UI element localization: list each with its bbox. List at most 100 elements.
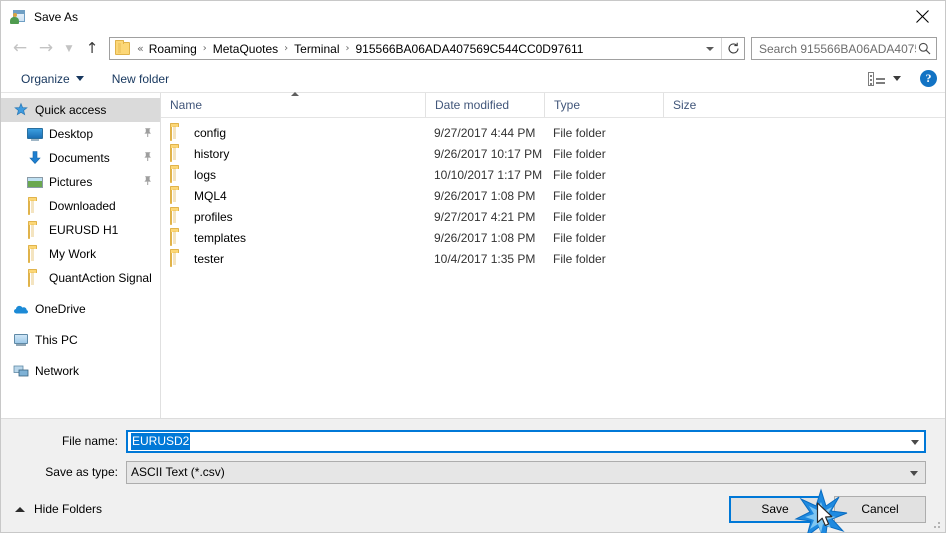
column-label: Date modified bbox=[435, 98, 510, 112]
file-type-cell: File folder bbox=[553, 251, 606, 266]
sidebar-item-documents[interactable]: Documents bbox=[1, 146, 160, 170]
table-row[interactable]: tester 10/4/2017 1:35 PM File folder bbox=[161, 248, 945, 269]
quick-access-star-icon bbox=[13, 102, 29, 118]
table-row[interactable]: history 9/26/2017 10:17 PM File folder bbox=[161, 143, 945, 164]
file-name-cell: tester bbox=[161, 248, 425, 269]
up-arrow-icon[interactable]: ↑ bbox=[79, 36, 105, 62]
pictures-icon bbox=[27, 174, 43, 190]
documents-download-icon bbox=[27, 150, 43, 166]
file-name-label: MQL4 bbox=[194, 188, 227, 203]
folder-icon bbox=[170, 124, 186, 141]
sidebar-item-network[interactable]: Network bbox=[1, 359, 160, 383]
column-label: Name bbox=[170, 98, 203, 112]
file-name-input[interactable]: EURUSD2 bbox=[126, 429, 926, 453]
breadcrumb: « Roaming › MetaQuotes › Terminal › 9155… bbox=[135, 42, 699, 56]
folder-icon bbox=[27, 198, 43, 215]
sidebar-item-label: Desktop bbox=[49, 127, 94, 141]
breadcrumb-separator: › bbox=[284, 43, 289, 54]
sidebar-item-this-pc[interactable]: This PC bbox=[1, 328, 160, 352]
resize-grip[interactable] bbox=[932, 520, 942, 530]
file-type-cell: File folder bbox=[553, 209, 606, 224]
table-row[interactable]: profiles 9/27/2017 4:21 PM File folder bbox=[161, 206, 945, 227]
view-layout-icon bbox=[868, 71, 886, 86]
sidebar-item-my-work[interactable]: My Work bbox=[1, 242, 160, 266]
back-arrow-icon[interactable]: ← bbox=[7, 36, 33, 62]
help-button[interactable]: ? bbox=[920, 70, 937, 87]
change-view-button[interactable] bbox=[863, 70, 906, 88]
command-bar: Organize New folder ? bbox=[1, 65, 945, 93]
file-name-value: EURUSD2 bbox=[131, 432, 191, 450]
folder-icon bbox=[170, 250, 186, 267]
folder-icon bbox=[170, 166, 186, 183]
new-folder-button[interactable]: New folder bbox=[106, 69, 175, 89]
file-name-label: tester bbox=[194, 251, 225, 266]
table-row[interactable]: templates 9/26/2017 1:08 PM File folder bbox=[161, 227, 945, 248]
sidebar-item-quick-access[interactable]: Quick access bbox=[1, 98, 160, 122]
refresh-icon[interactable] bbox=[721, 38, 744, 59]
sidebar-item-onedrive[interactable]: OneDrive bbox=[1, 297, 160, 321]
sidebar-item-eurusd-h1[interactable]: EURUSD H1 bbox=[1, 218, 160, 242]
folder-icon bbox=[27, 222, 43, 239]
hide-folders-label: Hide Folders bbox=[34, 502, 103, 516]
breadcrumb-overflow-icon[interactable]: « bbox=[135, 42, 147, 55]
sidebar-item-label: My Work bbox=[49, 247, 97, 261]
dialog-buttons-row: Hide Folders Save Cancel bbox=[1, 486, 945, 532]
file-size-cell bbox=[663, 248, 743, 269]
save-as-type-value: ASCII Text (*.csv) bbox=[131, 465, 225, 479]
sidebar-item-label: Quick access bbox=[35, 103, 107, 117]
column-header-date-modified[interactable]: Date modified bbox=[425, 93, 544, 117]
table-row[interactable]: MQL4 9/26/2017 1:08 PM File folder bbox=[161, 185, 945, 206]
sidebar-item-desktop[interactable]: Desktop bbox=[1, 122, 160, 146]
sidebar-item-downloaded[interactable]: Downloaded bbox=[1, 194, 160, 218]
sidebar-item-pictures[interactable]: Pictures bbox=[1, 170, 160, 194]
breadcrumb-item-roaming[interactable]: Roaming bbox=[147, 42, 199, 56]
file-date-cell: 9/26/2017 1:08 PM bbox=[434, 230, 536, 245]
table-row[interactable]: config 9/27/2017 4:44 PM File folder bbox=[161, 122, 945, 143]
file-type-cell: File folder bbox=[553, 167, 606, 182]
folder-icon bbox=[27, 270, 43, 287]
breadcrumb-separator: › bbox=[345, 43, 350, 54]
breadcrumb-item-terminal[interactable]: Terminal bbox=[292, 42, 341, 56]
recent-locations-icon[interactable]: ▼ bbox=[59, 36, 79, 62]
this-pc-icon bbox=[13, 332, 29, 348]
chevron-down-icon[interactable] bbox=[910, 465, 921, 479]
column-label: Type bbox=[554, 98, 581, 112]
file-date-cell: 10/4/2017 1:35 PM bbox=[434, 251, 536, 266]
save-as-dialog: Save As ← → ▼ ↑ « Roaming › MetaQuotes ›… bbox=[0, 0, 946, 533]
onedrive-cloud-icon bbox=[13, 301, 29, 317]
close-icon[interactable] bbox=[899, 1, 945, 31]
file-list-pane: Name Date modified Type Size config 9/27… bbox=[161, 92, 945, 418]
forward-arrow-icon[interactable]: → bbox=[33, 36, 59, 62]
folder-icon bbox=[115, 40, 130, 55]
breadcrumb-item-terminal-id[interactable]: 915566BA06ADA407569C544CC0D97611 bbox=[354, 42, 586, 56]
save-as-type-select[interactable]: ASCII Text (*.csv) bbox=[126, 460, 926, 484]
file-name-label: config bbox=[194, 125, 227, 140]
breadcrumb-item-metaquotes[interactable]: MetaQuotes bbox=[211, 42, 280, 56]
sidebar-item-quantaction-signal[interactable]: QuantAction Signal bbox=[1, 266, 160, 290]
hide-folders-button[interactable]: Hide Folders bbox=[15, 502, 102, 516]
file-size-cell bbox=[663, 122, 743, 143]
address-bar[interactable]: « Roaming › MetaQuotes › Terminal › 9155… bbox=[109, 37, 745, 60]
folder-icon bbox=[170, 208, 186, 225]
save-button[interactable]: Save bbox=[729, 495, 821, 523]
table-row[interactable]: logs 10/10/2017 1:17 PM File folder bbox=[161, 164, 945, 185]
chevron-up-icon bbox=[15, 506, 25, 512]
desktop-icon bbox=[27, 126, 43, 142]
sidebar-item-label: Downloaded bbox=[49, 199, 116, 213]
file-name-cell: profiles bbox=[161, 206, 425, 227]
chevron-down-icon[interactable] bbox=[911, 434, 922, 448]
file-date-cell: 9/27/2017 4:21 PM bbox=[434, 209, 536, 224]
column-header-type[interactable]: Type bbox=[544, 93, 663, 117]
cancel-button[interactable]: Cancel bbox=[834, 495, 926, 523]
sidebar-item-label: QuantAction Signal bbox=[49, 271, 152, 285]
file-size-cell bbox=[663, 185, 743, 206]
organize-button[interactable]: Organize bbox=[15, 69, 90, 89]
search-box[interactable]: Search 915566BA06ADA40756... bbox=[751, 37, 937, 60]
file-name-label: history bbox=[194, 146, 230, 161]
title-bar: Save As bbox=[1, 1, 945, 32]
column-header-size[interactable]: Size bbox=[663, 93, 743, 117]
file-type-cell: File folder bbox=[553, 146, 606, 161]
column-header-name[interactable]: Name bbox=[161, 93, 425, 117]
chevron-down-icon[interactable] bbox=[699, 38, 721, 59]
search-input[interactable]: Search 915566BA06ADA40756... bbox=[759, 42, 916, 56]
